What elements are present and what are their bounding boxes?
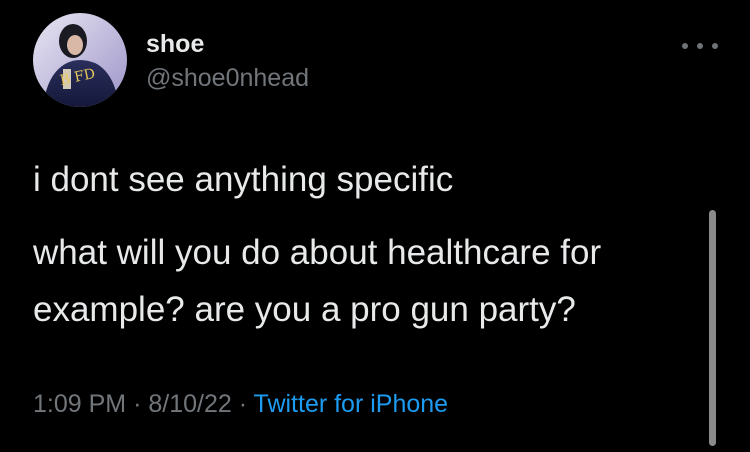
tweet-time[interactable]: 1:09 PM — [33, 390, 126, 418]
more-horizontal-icon-dot — [697, 43, 703, 49]
display-name[interactable]: shoe — [146, 30, 204, 59]
avatar[interactable]: B FD — [33, 13, 127, 107]
tweet-metadata: 1:09 PM · 8/10/22 · Twitter for iPhone — [33, 390, 448, 419]
more-horizontal-icon-dot — [682, 43, 688, 49]
tweet-text-paragraph-2-line-2: example? are you a pro gun party? — [33, 290, 576, 329]
tweet-text-paragraph-2-line-1: what will you do about healthcare for — [33, 233, 602, 272]
more-options-button[interactable] — [682, 36, 718, 56]
tweet-source-link[interactable]: Twitter for iPhone — [254, 390, 449, 418]
tweet-date[interactable]: 8/10/22 — [148, 390, 231, 418]
tweet-text-paragraph-1: i dont see anything specific — [33, 160, 454, 199]
more-horizontal-icon-dot — [712, 43, 718, 49]
user-handle[interactable]: @shoe0nhead — [146, 64, 309, 93]
tweet-detail: B FD shoe @shoe0nhead i dont see anythin… — [0, 0, 750, 452]
scrollbar[interactable] — [709, 210, 716, 446]
separator: · — [133, 390, 142, 418]
avatar-image: B FD — [33, 13, 127, 107]
separator: · — [238, 390, 248, 418]
